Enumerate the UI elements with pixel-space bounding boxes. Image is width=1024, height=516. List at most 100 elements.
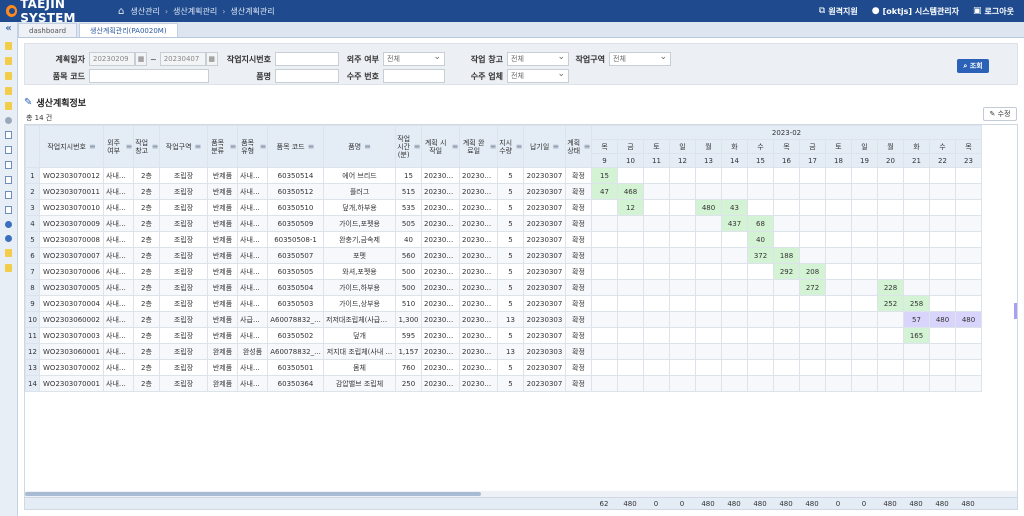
item-code-input[interactable] [89, 69, 209, 83]
globe-icon[interactable] [5, 235, 12, 242]
column-header[interactable]: 품목 분류 ≡ [207, 125, 238, 168]
column-header-label: 품목 코드 [276, 142, 305, 151]
document-icon[interactable] [5, 191, 12, 199]
table-row[interactable]: 5 WO2303070008 사내작업 2층 조립장 반제품 사내조립 60350508-1 완… [25, 231, 983, 248]
folder-icon[interactable] [5, 42, 12, 50]
column-header[interactable]: 지시 수량 ≡ [497, 125, 524, 168]
calendar-icon[interactable]: ▦ [135, 52, 147, 66]
order-no-input[interactable] [383, 69, 445, 83]
totals-row: 62 480 0 0 480 480 480 480 480 0 0 480 480 480 480 [25, 497, 1017, 509]
cell-end: 20230303 [459, 375, 498, 392]
cell-os: 사내작업 [103, 167, 134, 184]
tab-dashboard[interactable]: dashboard [18, 23, 78, 37]
gantt-cell [643, 231, 670, 248]
table-row[interactable]: 6 WO2303070007 사내작업 2층 조립장 반제품 사내조립 60350507 포펫 5… [25, 247, 983, 264]
gantt-cell [591, 375, 618, 392]
breadcrumb-item[interactable]: 생산계획관리 [230, 6, 274, 17]
home-icon[interactable]: ⌂ [118, 6, 124, 17]
table-row[interactable]: 4 WO2303070009 사내작업 2층 조립장 반제품 사내조립 60350509 가이드… [25, 215, 983, 232]
logout-button[interactable]: ▣ 로그아웃 [973, 6, 1014, 17]
breadcrumb-item[interactable]: 생산계획관리 [173, 6, 217, 17]
table-row[interactable]: 13 WO2303070002 사내작업 2층 조립장 반제품 사내조립 60350501 몸체… [25, 359, 983, 376]
document-icon[interactable] [5, 131, 12, 139]
day-header: 15 [747, 153, 774, 168]
column-menu-icon[interactable]: ≡ [126, 142, 133, 151]
column-menu-icon[interactable]: ≡ [89, 142, 96, 151]
column-menu-icon[interactable]: ≡ [452, 142, 459, 151]
order-no-label: 수주 번호 [346, 71, 379, 81]
column-header[interactable]: 작업지시번호 ≡ [39, 125, 104, 168]
gear-icon[interactable] [5, 117, 12, 124]
table-row[interactable]: 7 WO2303070006 사내작업 2층 조립장 반제품 사내조립 60350505 와셔,… [25, 263, 983, 280]
date-from-input[interactable]: 20230209 [89, 52, 135, 66]
cell-cls: 반제품 [207, 295, 238, 312]
column-header[interactable]: 품명 ≡ [323, 125, 396, 168]
document-icon[interactable] [5, 176, 12, 184]
cell-due: 20230307 [523, 247, 566, 264]
gantt-cell [954, 231, 983, 248]
order-company-select[interactable]: 전체 [507, 68, 569, 83]
work-area-select[interactable]: 전체 [609, 51, 671, 66]
cell-os: 사내작업 [103, 247, 134, 264]
table-row[interactable]: 8 WO2303070005 사내작업 2층 조립장 반제품 사내조립 60350504 가이드… [25, 279, 983, 296]
item-name-label: 품명 [256, 71, 271, 81]
column-header[interactable]: 품목 코드 ≡ [267, 125, 324, 168]
item-name-input[interactable] [275, 69, 339, 83]
column-header[interactable]: 품목 유형 ≡ [237, 125, 268, 168]
collapse-icon[interactable]: « [0, 22, 17, 36]
table-row[interactable]: 3 WO2303070010 사내작업 2층 조립장 반제품 사내조립 60350510 덮개,… [25, 199, 983, 216]
table-row[interactable]: 9 WO2303070004 사내작업 2층 조립장 반제품 사내조립 60350503 가이드… [25, 295, 983, 312]
column-menu-icon[interactable]: ≡ [152, 142, 159, 151]
user-icon: ● [871, 6, 880, 16]
gantt-cell [851, 375, 878, 392]
edit-button[interactable]: ✎ 수정 [983, 107, 1017, 121]
column-header[interactable]: 계획 완료일 ≡ [459, 125, 498, 168]
folder-icon[interactable] [5, 249, 12, 257]
column-menu-icon[interactable]: ≡ [230, 142, 237, 151]
folder-icon[interactable] [5, 87, 12, 95]
column-header[interactable]: 작업 창고 ≡ [133, 125, 160, 168]
column-header[interactable]: 외주 여부 ≡ [103, 125, 134, 168]
column-header-label: 지시 수량 [499, 138, 513, 155]
column-header[interactable]: 계획 시작일 ≡ [421, 125, 460, 168]
column-menu-icon[interactable]: ≡ [414, 142, 421, 151]
table-row[interactable]: 14 WO2303070001 사내작업 2층 조립장 완제품 사내조립 60350364 감압… [25, 375, 983, 392]
table-row[interactable]: 12 WO2303060001 사내작업 2층 조립장 완제품 완성품 A60078832_.… [25, 343, 983, 360]
outsource-select[interactable]: 전체 [383, 51, 445, 66]
remote-support-button[interactable]: ⧉ 원격지원 [819, 6, 858, 17]
column-menu-icon[interactable]: ≡ [260, 142, 267, 151]
document-icon[interactable] [5, 161, 12, 169]
search-button[interactable]: ⌕ 조회 [957, 59, 989, 73]
cell-time: 250 [395, 375, 422, 392]
column-header[interactable]: 작업구역 ≡ [159, 125, 208, 168]
folder-icon[interactable] [5, 72, 12, 80]
scrollbar-thumb[interactable] [25, 492, 481, 496]
document-icon[interactable] [5, 146, 12, 154]
tab-production-plan[interactable]: 생산계획관리(PA0020M) [79, 23, 178, 37]
table-row[interactable]: 2 WO2303070011 사내작업 2층 조립장 반제품 사내조립 60350512 플러그… [25, 183, 983, 200]
column-header[interactable]: 작업 시간 (분) ≡ [395, 125, 422, 168]
folder-icon[interactable] [5, 264, 12, 272]
work-warehouse-select[interactable]: 전체 [507, 51, 569, 66]
column-menu-icon[interactable]: ≡ [308, 142, 315, 151]
column-menu-icon[interactable]: ≡ [552, 142, 559, 151]
column-header[interactable]: 납기일 ≡ [523, 125, 566, 168]
folder-icon[interactable] [5, 57, 12, 65]
column-header[interactable]: 계획 상태 ≡ [565, 125, 592, 168]
column-menu-icon[interactable]: ≡ [584, 142, 591, 151]
document-icon[interactable] [5, 206, 12, 214]
globe-icon[interactable] [5, 221, 12, 228]
column-menu-icon[interactable]: ≡ [195, 142, 202, 151]
user-info[interactable]: ● [oktjs] 시스템관리자 [872, 6, 959, 17]
breadcrumb-item[interactable]: 생산관리 [130, 6, 159, 17]
table-row[interactable]: 11 WO2303070003 사내작업 2층 조립장 반제품 사내조립 60350502 덮개… [25, 327, 983, 344]
column-menu-icon[interactable]: ≡ [516, 142, 523, 151]
date-to-input[interactable]: 20230407 [159, 52, 206, 66]
work-order-input[interactable] [275, 52, 339, 66]
cell-time: 505 [395, 215, 422, 232]
table-row[interactable]: 10 WO2303060002 사내작업 2층 조립장 반제품 사급완... A6007883… [25, 311, 983, 328]
column-menu-icon[interactable]: ≡ [364, 142, 371, 151]
column-menu-icon[interactable]: ≡ [490, 142, 497, 151]
folder-icon[interactable] [5, 102, 12, 110]
table-row[interactable]: 1 WO2303070012 사내작업 2층 조립장 반제품 사내조립 60350514 에어 … [25, 167, 983, 184]
